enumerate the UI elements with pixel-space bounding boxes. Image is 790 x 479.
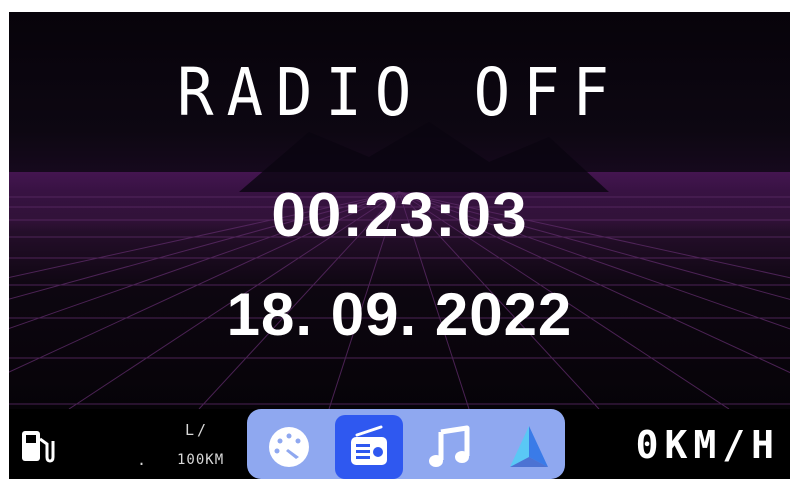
head-unit-screen: RADIO OFF 00:23:03 18. 09. 2022 L/ . 100… — [9, 12, 790, 479]
radio-app-button[interactable] — [335, 415, 403, 479]
bottom-status-bar: L/ . 100KM 0KM/H — [9, 409, 790, 479]
synthwave-background: RADIO OFF 00:23:03 18. 09. 2022 — [9, 12, 790, 409]
fuel-unit-label: L/ — [185, 421, 210, 439]
speed-readout: 0KM/H — [635, 423, 780, 467]
fuel-distance-label: 100KM — [177, 452, 225, 468]
gauge-icon — [269, 427, 309, 467]
clock-time: 00:23:03 — [271, 181, 528, 250]
radio-icon — [351, 425, 387, 465]
speedometer-app-button[interactable] — [255, 415, 323, 479]
clock-date: 18. 09. 2022 — [226, 281, 573, 348]
navigation-app-button[interactable] — [495, 415, 563, 479]
navigation-arrow-icon — [510, 426, 548, 467]
radio-status-label: RADIO OFF — [177, 54, 622, 131]
fuel-consumption-value: . — [137, 451, 147, 469]
app-dock — [247, 409, 565, 479]
fuel-pump-icon — [19, 427, 59, 467]
music-app-button[interactable] — [415, 415, 483, 479]
music-note-icon — [429, 425, 470, 467]
